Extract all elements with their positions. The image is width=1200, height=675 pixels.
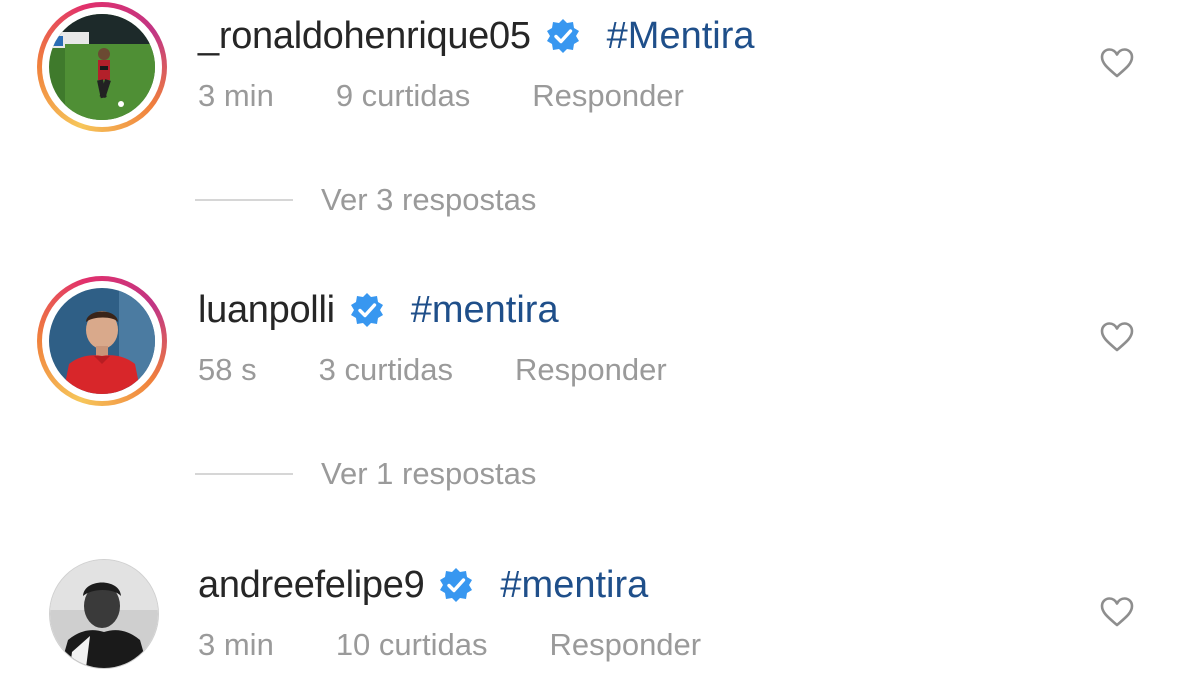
avatar-photo xyxy=(49,14,155,120)
username-link[interactable]: andreefelipe9 xyxy=(198,564,425,607)
heart-outline-icon[interactable] xyxy=(1099,47,1135,79)
comment-item: luanpolli #mentira 58 s 3 curtidas Respo… xyxy=(0,276,1200,406)
comment-item: andreefelipe9 #mentira 3 min 10 curtidas… xyxy=(0,551,1200,675)
verified-badge-icon xyxy=(349,292,385,328)
comment-time: 3 min xyxy=(198,627,274,662)
comment-item: _ronaldohenrique05 #Mentira 3 min 9 curt… xyxy=(0,2,1200,132)
reply-button[interactable]: Responder xyxy=(515,352,667,388)
avatar[interactable] xyxy=(37,2,167,132)
reply-button[interactable]: Responder xyxy=(532,78,684,114)
view-replies-label: Ver 3 respostas xyxy=(321,182,537,217)
view-replies-label: Ver 1 respostas xyxy=(321,456,537,491)
reply-button[interactable]: Responder xyxy=(549,627,701,663)
comment-header: luanpolli #mentira xyxy=(198,286,559,334)
comment-header: _ronaldohenrique05 #Mentira xyxy=(198,12,755,60)
heart-outline-icon[interactable] xyxy=(1099,596,1135,628)
verified-badge-icon xyxy=(438,567,474,603)
likes-count[interactable]: 3 curtidas xyxy=(319,352,453,388)
comment-meta: 3 min 9 curtidas Responder xyxy=(198,78,684,114)
heart-outline-icon[interactable] xyxy=(1099,321,1135,353)
verified-badge-icon xyxy=(545,18,581,54)
divider xyxy=(195,473,293,475)
hashtag-link[interactable]: #mentira xyxy=(411,289,559,332)
likes-count[interactable]: 9 curtidas xyxy=(336,78,470,114)
view-replies-button[interactable]: Ver 1 respostas xyxy=(195,454,536,494)
avatar-photo xyxy=(49,559,159,669)
username-link[interactable]: _ronaldohenrique05 xyxy=(198,15,531,58)
avatar[interactable] xyxy=(37,276,167,406)
divider xyxy=(195,199,293,201)
comment-meta: 58 s 3 curtidas Responder xyxy=(198,352,667,388)
view-replies-button[interactable]: Ver 3 respostas xyxy=(195,180,536,220)
likes-count[interactable]: 10 curtidas xyxy=(336,627,488,663)
hashtag-link[interactable]: #mentira xyxy=(500,564,648,607)
comments-screen: _ronaldohenrique05 #Mentira 3 min 9 curt… xyxy=(0,0,1200,675)
avatar[interactable] xyxy=(37,551,167,675)
hashtag-link[interactable]: #Mentira xyxy=(607,15,755,58)
comment-header: andreefelipe9 #mentira xyxy=(198,561,648,609)
avatar-photo xyxy=(49,288,155,394)
comment-time: 3 min xyxy=(198,78,274,113)
comment-time: 58 s xyxy=(198,352,257,387)
username-link[interactable]: luanpolli xyxy=(198,289,335,332)
comment-meta: 3 min 10 curtidas Responder xyxy=(198,627,701,663)
